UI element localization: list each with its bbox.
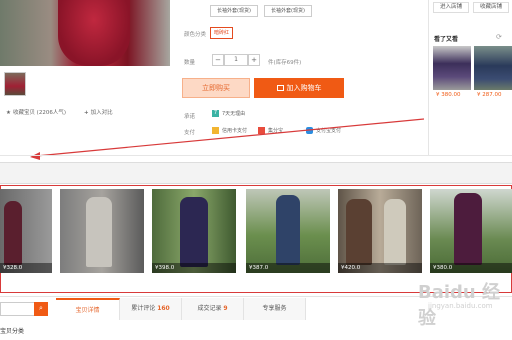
model-figure [384,199,406,265]
model-figure [4,201,22,265]
tab-reviews[interactable]: 累计评论 160 [120,298,182,320]
model-figure [86,197,112,267]
gallery-price: ¥398.0 [152,263,236,273]
gallery-item-2[interactable] [60,189,144,273]
section-divider [0,155,512,156]
gallery-item-4[interactable]: ¥387.0 [246,189,330,273]
model-figure [180,197,208,267]
search-button[interactable]: ⌕ [34,302,48,316]
gallery-item-3[interactable]: ¥398.0 [152,189,236,273]
gallery-price: ¥328.0 [0,263,52,273]
search-icon: ⌕ [39,304,43,312]
gallery-price: ¥387.0 [246,263,330,273]
tab-transactions[interactable]: 成交记录 9 [182,298,244,320]
model-figure [276,195,300,265]
category-label: 宝贝分类 [0,328,25,335]
watermark-url: jingyan.baidu.com [428,302,493,310]
tab-exclusive-service[interactable]: 专享服务 [244,298,306,320]
gallery-item-5[interactable]: ¥420.0 [338,189,422,273]
tab-item-details[interactable]: 宝贝详情 [56,298,120,320]
empty-strip [0,162,512,184]
gallery-price: ¥380.0 [430,263,512,273]
model-figure [454,193,482,265]
gallery-price: ¥420.0 [338,263,422,273]
gallery-item-6[interactable]: ¥380.0 [430,189,512,273]
gallery-item-1[interactable]: ¥328.0 [0,189,52,273]
model-figure [346,199,372,265]
